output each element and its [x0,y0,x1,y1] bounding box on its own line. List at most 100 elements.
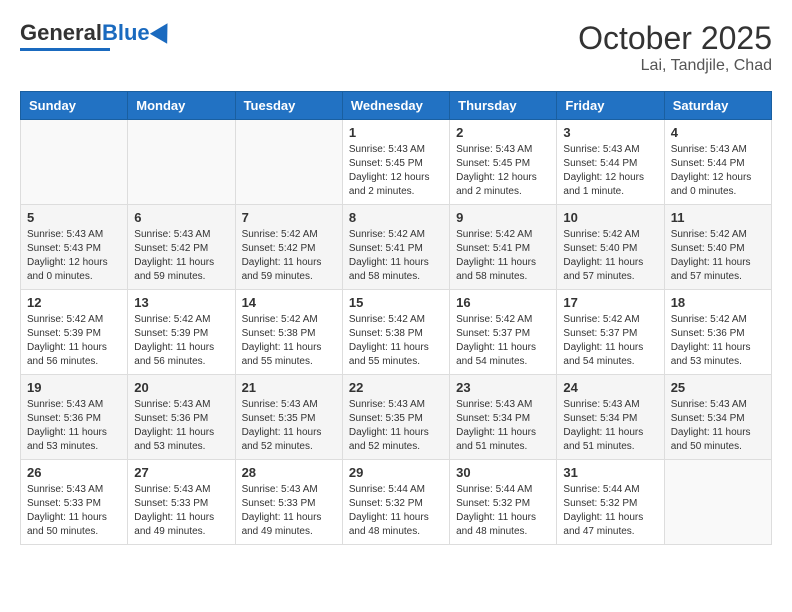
calendar-cell: 8 Sunrise: 5:42 AM Sunset: 5:41 PM Daylig… [342,205,449,290]
day-info: Sunrise: 5:44 AM Sunset: 5:32 PM Dayligh… [456,483,550,539]
logo: General Blue [20,20,173,51]
day-number: 25 [671,380,765,395]
day-number: 9 [456,210,550,225]
day-info: Sunrise: 5:43 AM Sunset: 5:33 PM Dayligh… [134,483,228,539]
calendar-cell: 6Sunrise: 5:43 AM Sunset: 5:42 PM Daylig… [128,205,235,290]
title-block: October 2025 Lai, Tandjile, Chad [578,20,772,75]
day-number: 29 [349,465,443,480]
day-number: 20 [134,380,228,395]
calendar-cell: 15Sunrise: 5:42 AM Sunset: 5:38 PM Dayli… [342,290,449,375]
day-number: 6 [134,210,228,225]
logo-general: General [20,20,102,46]
day-number: 10 [563,210,657,225]
day-number: 31 [563,465,657,480]
day-number: 2 [456,125,550,140]
day-info: Sunrise: 5:42 AM Sunset: 5:37 PM Dayligh… [456,313,550,369]
day-number: 11 [671,210,765,225]
day-number: 27 [134,465,228,480]
calendar-cell: 30 Sunrise: 5:44 AM Sunset: 5:32 PM Dayli… [450,460,557,545]
day-info: Sunrise: 5:43 AM Sunset: 5:35 PM Dayligh… [242,398,336,454]
day-info: Sunrise: 5:42 AM Sunset: 5:38 PM Dayligh… [349,313,443,369]
calendar-cell: 21 Sunrise: 5:43 AM Sunset: 5:35 PM Dayli… [235,375,342,460]
calendar-cell: 14 Sunrise: 5:42 AM Sunset: 5:38 PM Dayli… [235,290,342,375]
calendar-week-row: 12 Sunrise: 5:42 AM Sunset: 5:39 PM Dayli… [21,290,772,375]
calendar-week-row: 19 Sunrise: 5:43 AM Sunset: 5:36 PM Dayli… [21,375,772,460]
day-info: Sunrise: 5:42 AM Sunset: 5:40 PM Dayligh… [563,228,657,284]
day-number: 14 [242,295,336,310]
day-info: Sunrise: 5:42 AM Sunset: 5:41 PM Dayligh… [456,228,550,284]
day-info: Sunrise: 5:43 AM Sunset: 5:36 PM Dayligh… [134,398,228,454]
calendar-cell: 3 Sunrise: 5:43 AM Sunset: 5:44 PM Daylig… [557,120,664,205]
day-number: 1 [349,125,443,140]
calendar-cell: 17 Sunrise: 5:42 AM Sunset: 5:37 PM Dayli… [557,290,664,375]
calendar-header-wednesday: Wednesday [342,92,449,120]
calendar-cell: 11 Sunrise: 5:42 AM Sunset: 5:40 PM Dayli… [664,205,771,290]
day-info: Sunrise: 5:43 AM Sunset: 5:33 PM Dayligh… [27,483,121,539]
day-info: Sunrise: 5:42 AM Sunset: 5:41 PM Dayligh… [349,228,443,284]
day-number: 28 [242,465,336,480]
calendar-cell: 20 Sunrise: 5:43 AM Sunset: 5:36 PM Dayli… [128,375,235,460]
calendar-cell: 29 Sunrise: 5:44 AM Sunset: 5:32 PM Dayli… [342,460,449,545]
calendar-header-tuesday: Tuesday [235,92,342,120]
day-number: 22 [349,380,443,395]
calendar-table: SundayMondayTuesdayWednesdayThursdayFrid… [20,91,772,545]
day-number: 4 [671,125,765,140]
calendar-header-saturday: Saturday [664,92,771,120]
calendar-cell [235,120,342,205]
day-number: 13 [134,295,228,310]
day-info: Sunrise: 5:42 AM Sunset: 5:39 PM Dayligh… [134,313,228,369]
logo-arrow-icon [149,18,175,44]
day-info: Sunrise: 5:44 AM Sunset: 5:32 PM Dayligh… [349,483,443,539]
day-number: 19 [27,380,121,395]
calendar-cell: 5Sunrise: 5:43 AM Sunset: 5:43 PM Daylig… [21,205,128,290]
calendar-week-row: 1 Sunrise: 5:43 AM Sunset: 5:45 PM Daylig… [21,120,772,205]
calendar-header-thursday: Thursday [450,92,557,120]
day-info: Sunrise: 5:43 AM Sunset: 5:45 PM Dayligh… [349,143,443,199]
day-number: 21 [242,380,336,395]
day-number: 3 [563,125,657,140]
day-number: 7 [242,210,336,225]
calendar-cell: 25 Sunrise: 5:43 AM Sunset: 5:34 PM Dayli… [664,375,771,460]
calendar-cell: 10 Sunrise: 5:42 AM Sunset: 5:40 PM Dayli… [557,205,664,290]
day-info: Sunrise: 5:42 AM Sunset: 5:36 PM Dayligh… [671,313,765,369]
month-title: October 2025 [578,20,772,57]
calendar-cell: 23Sunrise: 5:43 AM Sunset: 5:34 PM Dayli… [450,375,557,460]
day-info: Sunrise: 5:43 AM Sunset: 5:34 PM Dayligh… [671,398,765,454]
calendar-cell: 27 Sunrise: 5:43 AM Sunset: 5:33 PM Dayli… [128,460,235,545]
day-number: 17 [563,295,657,310]
day-info: Sunrise: 5:43 AM Sunset: 5:43 PM Dayligh… [27,228,121,284]
page-header: General Blue October 2025 Lai, Tandjile,… [20,20,772,75]
calendar-cell: 7Sunrise: 5:42 AM Sunset: 5:42 PM Daylig… [235,205,342,290]
calendar-cell: 1 Sunrise: 5:43 AM Sunset: 5:45 PM Daylig… [342,120,449,205]
calendar-cell: 26 Sunrise: 5:43 AM Sunset: 5:33 PM Dayli… [21,460,128,545]
day-number: 8 [349,210,443,225]
day-info: Sunrise: 5:43 AM Sunset: 5:35 PM Dayligh… [349,398,443,454]
day-info: Sunrise: 5:43 AM Sunset: 5:36 PM Dayligh… [27,398,121,454]
day-info: Sunrise: 5:42 AM Sunset: 5:38 PM Dayligh… [242,313,336,369]
day-number: 16 [456,295,550,310]
calendar-cell: 2 Sunrise: 5:43 AM Sunset: 5:45 PM Daylig… [450,120,557,205]
day-info: Sunrise: 5:43 AM Sunset: 5:44 PM Dayligh… [563,143,657,199]
day-info: Sunrise: 5:43 AM Sunset: 5:44 PM Dayligh… [671,143,765,199]
day-number: 12 [27,295,121,310]
location-title: Lai, Tandjile, Chad [578,57,772,75]
calendar-cell: 18 Sunrise: 5:42 AM Sunset: 5:36 PM Dayli… [664,290,771,375]
calendar-header-monday: Monday [128,92,235,120]
day-number: 18 [671,295,765,310]
logo-blue: Blue [102,20,150,46]
day-number: 26 [27,465,121,480]
calendar-header-row: SundayMondayTuesdayWednesdayThursdayFrid… [21,92,772,120]
calendar-cell [664,460,771,545]
calendar-cell: 4 Sunrise: 5:43 AM Sunset: 5:44 PM Daylig… [664,120,771,205]
calendar-cell: 31 Sunrise: 5:44 AM Sunset: 5:32 PM Dayli… [557,460,664,545]
day-info: Sunrise: 5:42 AM Sunset: 5:37 PM Dayligh… [563,313,657,369]
calendar-cell: 12Sunrise: 5:42 AM Sunset: 5:39 PM Dayli… [21,290,128,375]
day-info: Sunrise: 5:43 AM Sunset: 5:34 PM Dayligh… [456,398,550,454]
day-info: Sunrise: 5:44 AM Sunset: 5:32 PM Dayligh… [563,483,657,539]
calendar-cell: 19 Sunrise: 5:43 AM Sunset: 5:36 PM Dayli… [21,375,128,460]
day-info: Sunrise: 5:43 AM Sunset: 5:45 PM Dayligh… [456,143,550,199]
day-number: 24 [563,380,657,395]
day-number: 30 [456,465,550,480]
day-info: Sunrise: 5:42 AM Sunset: 5:40 PM Dayligh… [671,228,765,284]
calendar-cell [21,120,128,205]
